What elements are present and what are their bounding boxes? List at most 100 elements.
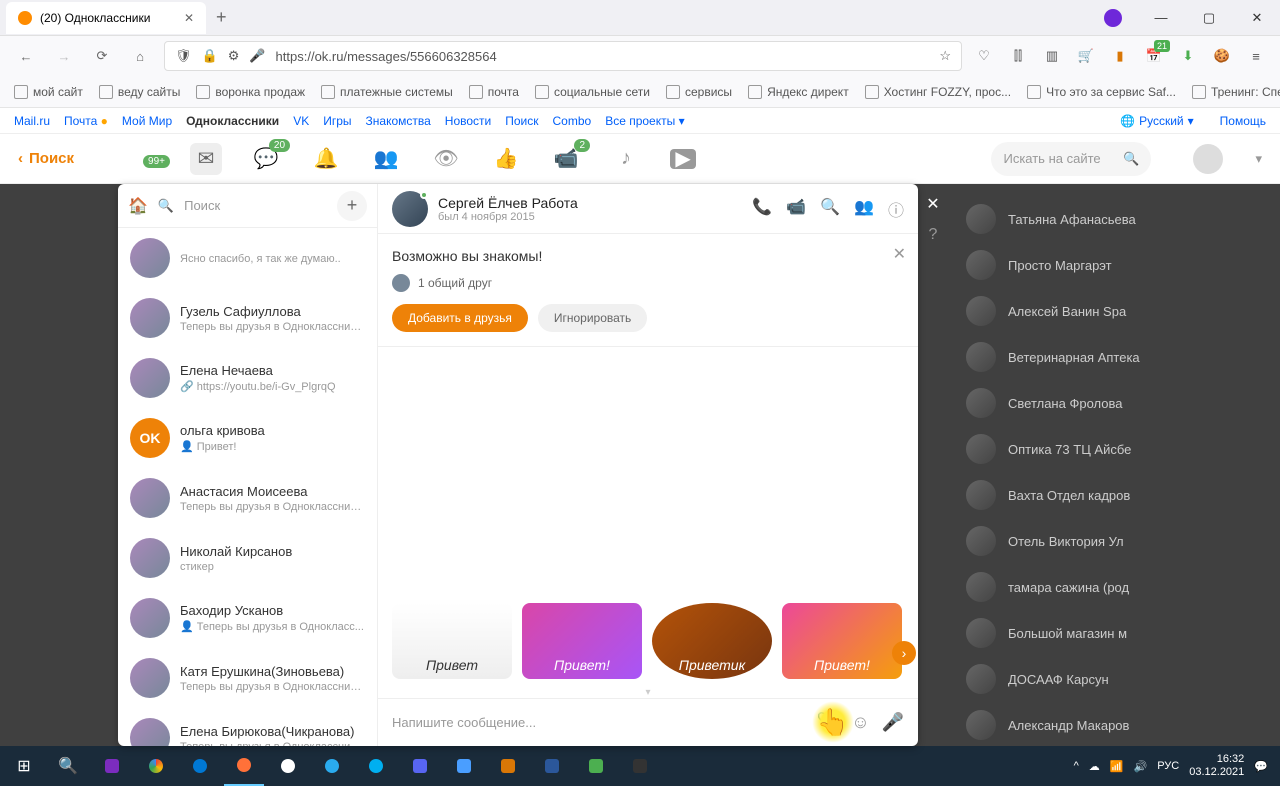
- browser-tab[interactable]: (20) Одноклассники ✕: [6, 2, 206, 34]
- guests-icon[interactable]: 👁: [430, 143, 462, 175]
- menu-button[interactable]: ≡: [1244, 44, 1268, 68]
- home-button[interactable]: ⌂: [126, 42, 154, 70]
- topnav-item[interactable]: Игры: [323, 114, 351, 128]
- pocket-icon[interactable]: ♡: [972, 44, 996, 68]
- bookmark-item[interactable]: веду сайты: [93, 82, 186, 102]
- chat-avatar[interactable]: [392, 191, 428, 227]
- bookmark-item[interactable]: Что это за сервис Saf...: [1021, 82, 1182, 102]
- permissions-icon[interactable]: ⚙: [228, 48, 240, 64]
- close-chat-icon[interactable]: ✕: [926, 194, 939, 214]
- play-icon[interactable]: ▶: [670, 149, 696, 169]
- conversation-item[interactable]: Ясно спасибо, я так же думаю..: [118, 228, 377, 288]
- members-icon[interactable]: 👥: [854, 197, 874, 221]
- bookmark-item[interactable]: мой сайт: [8, 82, 89, 102]
- bookmark-item[interactable]: Тренинг: Специалист...: [1186, 82, 1280, 102]
- conv-search-input[interactable]: Поиск: [184, 198, 327, 213]
- close-button[interactable]: ✕: [1234, 0, 1280, 36]
- conversation-item[interactable]: Николай Кирсановстикер: [118, 528, 377, 588]
- friend-item[interactable]: Светлана Фролова: [966, 380, 1280, 426]
- star-icon[interactable]: ☆: [939, 48, 951, 64]
- sticker[interactable]: Привет: [392, 603, 512, 679]
- conversation-item[interactable]: Гузель СафиулловаТеперь вы друзья в Одно…: [118, 288, 377, 348]
- search-icon[interactable]: 🔍: [158, 198, 174, 214]
- friend-item[interactable]: Алексей Ванин Spa: [966, 288, 1280, 334]
- cart-icon[interactable]: 🛒: [1074, 44, 1098, 68]
- forward-button[interactable]: →: [50, 42, 78, 70]
- topnav-item[interactable]: Почта ●: [64, 114, 108, 128]
- back-button[interactable]: ←: [12, 42, 40, 70]
- maximize-button[interactable]: ▢: [1186, 0, 1232, 36]
- topnav-item[interactable]: VK: [293, 114, 309, 128]
- conversation-item[interactable]: Елена Нечаева🔗 https://youtu.be/i-Gv_Plg…: [118, 348, 377, 408]
- tray-clock[interactable]: 16:3203.12.2021: [1189, 753, 1244, 779]
- music-icon[interactable]: ♪: [610, 143, 642, 175]
- app-icon[interactable]: [576, 746, 616, 786]
- friend-item[interactable]: тамара сажина (род: [966, 564, 1280, 610]
- profile-icon[interactable]: 🍪: [1210, 44, 1234, 68]
- marks-icon[interactable]: 👍: [490, 143, 522, 175]
- friends-icon[interactable]: 👥: [370, 143, 402, 175]
- calendar-icon[interactable]: 📅21: [1142, 44, 1166, 68]
- video-icon[interactable]: 📹2: [550, 143, 582, 175]
- home-icon[interactable]: 🏠: [128, 196, 148, 216]
- friend-item[interactable]: Александр Макаров: [966, 702, 1280, 746]
- discussions-icon[interactable]: 💬20: [250, 143, 282, 175]
- ext-icon[interactable]: [1090, 0, 1136, 36]
- videocall-icon[interactable]: 📹: [786, 197, 806, 221]
- topnav-item[interactable]: Знакомства: [366, 114, 431, 128]
- suggestion-close-icon[interactable]: ✕: [893, 244, 906, 264]
- friend-item[interactable]: Вахта Отдел кадров: [966, 472, 1280, 518]
- app-icon[interactable]: [92, 746, 132, 786]
- firefox-icon[interactable]: [224, 746, 264, 786]
- chat-title[interactable]: Сергей Ёлчев Работа: [438, 195, 578, 211]
- bookmark-item[interactable]: социальные сети: [529, 82, 656, 102]
- info-icon[interactable]: ⓘ: [888, 197, 904, 221]
- friend-item[interactable]: Ветеринарная Аптека: [966, 334, 1280, 380]
- search-taskbar-icon[interactable]: 🔍: [48, 746, 88, 786]
- tab-close-icon[interactable]: ✕: [184, 11, 194, 25]
- download-icon[interactable]: ⬇: [1176, 44, 1200, 68]
- topnav-item[interactable]: Поиск: [505, 114, 538, 128]
- user-avatar[interactable]: [1193, 144, 1223, 174]
- friend-item[interactable]: Просто Маргарэт: [966, 242, 1280, 288]
- topnav-item[interactable]: Mail.ru: [14, 114, 50, 128]
- topnav-item[interactable]: Combo: [553, 114, 592, 128]
- url-input[interactable]: 🛡 🔒 ⚙ 🎤 https://ok.ru/messages/556606328…: [164, 41, 962, 71]
- tray-wifi-icon[interactable]: 📶: [1110, 760, 1124, 773]
- help-link[interactable]: Помощь: [1220, 114, 1266, 128]
- friend-item[interactable]: ДОСААФ Карсун: [966, 656, 1280, 702]
- app-icon[interactable]: [400, 746, 440, 786]
- sticker-next-icon[interactable]: ›: [892, 641, 916, 665]
- conversation-item[interactable]: Катя Ерушкина(Зиновьева)Теперь вы друзья…: [118, 648, 377, 708]
- app-icon[interactable]: [488, 746, 528, 786]
- site-search-input[interactable]: Искать на сайте🔍: [991, 142, 1151, 176]
- tray-notifications-icon[interactable]: 💬: [1254, 760, 1268, 773]
- new-tab-button[interactable]: +: [216, 7, 227, 28]
- skype-icon[interactable]: [356, 746, 396, 786]
- friend-item[interactable]: Отель Виктория Ул: [966, 518, 1280, 564]
- call-icon[interactable]: 📞: [752, 197, 772, 221]
- notifications-icon[interactable]: 🔔: [310, 143, 342, 175]
- tray-chevron-icon[interactable]: ^: [1074, 760, 1079, 772]
- edge-icon[interactable]: [180, 746, 220, 786]
- bookmark-item[interactable]: почта: [463, 82, 525, 102]
- search-in-chat-icon[interactable]: 🔍: [820, 197, 840, 221]
- conversation-item[interactable]: Елена Бирюкова(Чикранова)Теперь вы друзь…: [118, 708, 377, 746]
- word-icon[interactable]: [532, 746, 572, 786]
- flag-icon[interactable]: ▮: [1108, 44, 1132, 68]
- friend-item[interactable]: Татьяна Афанасьева: [966, 196, 1280, 242]
- minimize-button[interactable]: —: [1138, 0, 1184, 36]
- app-icon[interactable]: [620, 746, 660, 786]
- lang-switcher[interactable]: 🌐 Русский ▾: [1120, 114, 1194, 128]
- topnav-item[interactable]: Новости: [445, 114, 491, 128]
- conversation-item[interactable]: Баходир Усканов👤 Теперь вы друзья в Одно…: [118, 588, 377, 648]
- conversation-item[interactable]: Анастасия МоисееваТеперь вы друзья в Одн…: [118, 468, 377, 528]
- chrome-icon[interactable]: [136, 746, 176, 786]
- message-input[interactable]: Напишите сообщение...: [392, 715, 805, 730]
- bookmark-item[interactable]: воронка продаж: [190, 82, 311, 102]
- mic-icon[interactable]: 🎤: [249, 48, 265, 64]
- friend-item[interactable]: Большой магазин м: [966, 610, 1280, 656]
- bookmark-item[interactable]: платежные системы: [315, 82, 459, 102]
- ignore-button[interactable]: Игнорировать: [538, 304, 647, 332]
- conversation-item[interactable]: OKольга кривова👤 Привет!: [118, 408, 377, 468]
